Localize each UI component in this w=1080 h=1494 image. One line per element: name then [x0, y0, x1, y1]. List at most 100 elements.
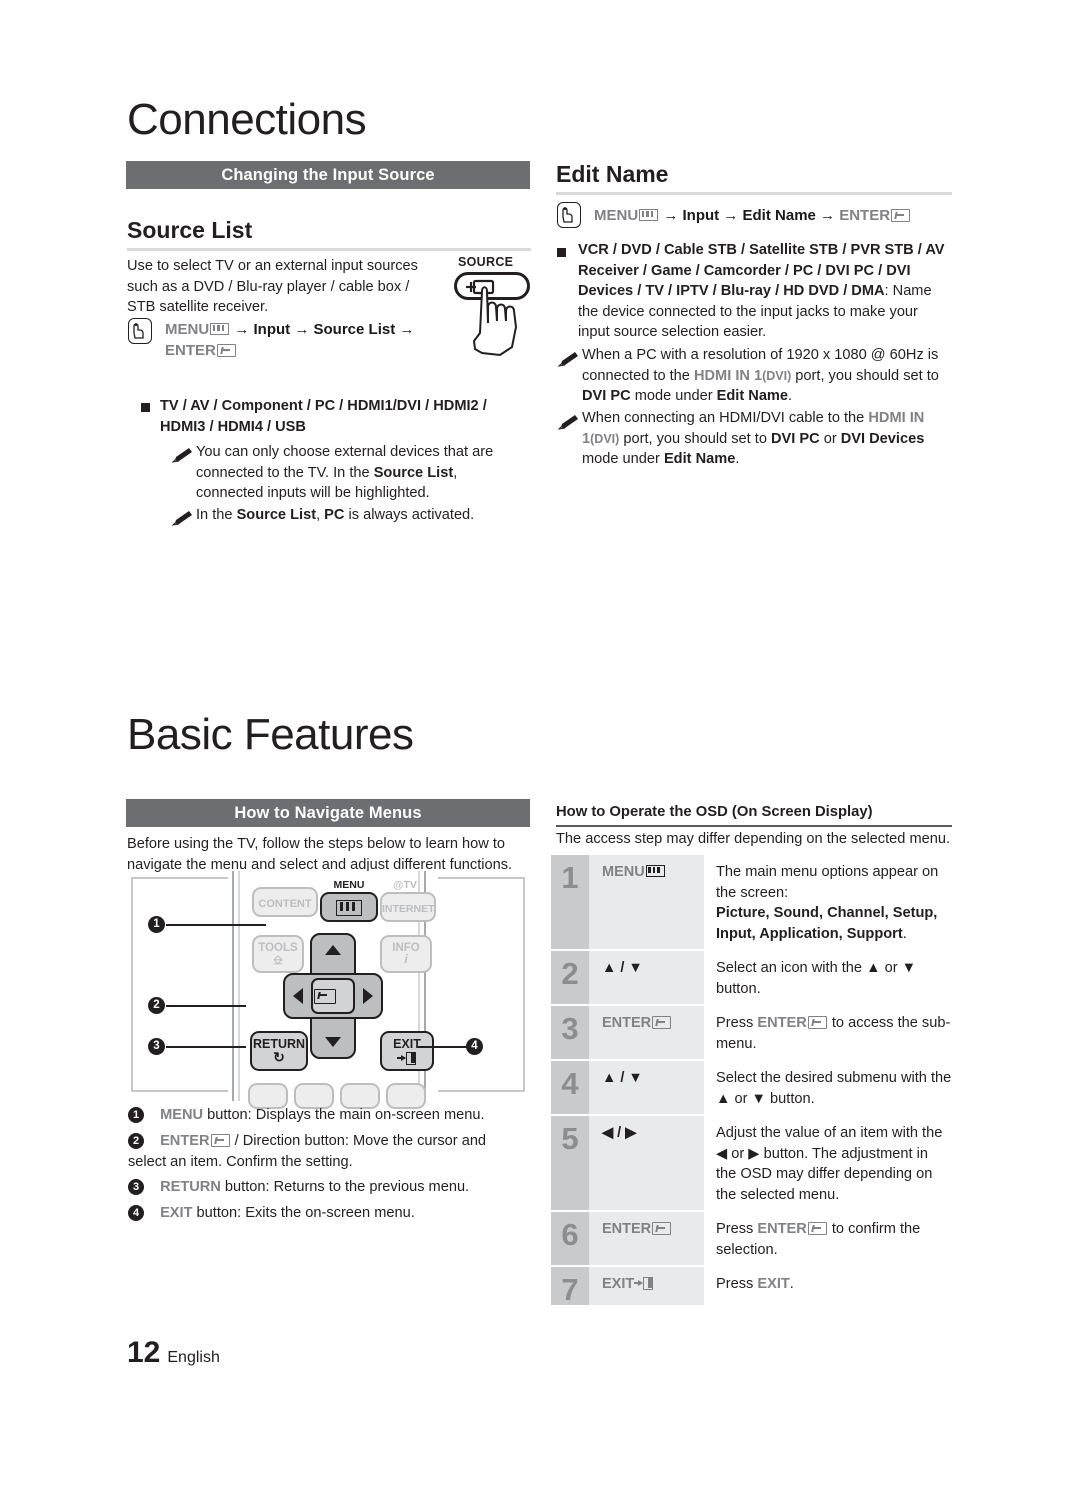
path-arrow-1: →: [663, 207, 679, 224]
remote-button-content: CONTENT: [252, 887, 318, 917]
legend-item-4: 4 EXIT button: Exits the on-screen menu.: [128, 1203, 528, 1224]
remote-body: CONTENT MENU @TV INTERNET TOOLS ⎒ INFO i: [228, 871, 438, 1109]
remote-button-menu: [320, 892, 378, 922]
osd-desc-post: .: [902, 925, 907, 942]
legend-key-4: EXIT: [160, 1205, 193, 1221]
divider-osd: [556, 825, 952, 827]
osd-step-description: Adjust the value of an item with the ◀ o…: [716, 1125, 943, 1203]
edit-name-note-1: When a PC with a resolution of 1920 x 10…: [582, 345, 954, 407]
path-edit-name: MENU → Input → Edit Name → ENTER: [594, 205, 954, 226]
menu-icon: [210, 323, 230, 335]
source-list-note-1: You can only choose external devices tha…: [196, 442, 496, 504]
en-note2-part5: .: [735, 451, 740, 467]
note1-bold1: Source List: [373, 464, 454, 481]
edit-name-note-2: When connecting an HDMI/DVI cable to the…: [582, 408, 954, 470]
table-row: 7 EXIT Press EXIT.: [551, 1267, 952, 1305]
osd-desc-post: .: [789, 1276, 794, 1292]
note2-part1: In the: [196, 507, 237, 523]
en-note1-part3: mode under: [630, 388, 717, 404]
dpad-left-icon: [293, 988, 303, 1004]
leader-line-2: [166, 1005, 246, 1007]
exit-icon: [382, 1052, 432, 1066]
osd-desc-key: EXIT: [757, 1276, 790, 1292]
navigate-intro: Before using the TV, follow the steps be…: [127, 836, 513, 873]
leader-line-1: [166, 924, 266, 926]
osd-step-key: ◀ / ▶: [589, 1116, 704, 1210]
remote-attv-label: @TV: [393, 879, 417, 891]
en-note2-part2: port, you should set to: [619, 430, 771, 447]
osd-step-description: Press EXIT.: [704, 1267, 952, 1305]
source-button-illustration: SOURCE: [448, 255, 543, 375]
en-note2-part1: When connecting an HDMI/DVI cable to the: [582, 410, 869, 426]
page-footer: 12 English: [127, 1336, 220, 1370]
en-note2-gray2: (DVI): [590, 431, 620, 446]
osd-step-description: The main menu options appear on the scre…: [704, 855, 952, 949]
source-list-description: Use to select TV or an external input so…: [127, 258, 418, 315]
callout-3: 3: [148, 1038, 165, 1055]
path-menu-label: MENU: [165, 321, 210, 338]
path-arrow-2: →: [723, 207, 739, 224]
heading-how-to-operate-osd: How to Operate the OSD (On Screen Displa…: [556, 804, 873, 820]
path-enter-label: ENTER: [839, 207, 891, 224]
note2-bold2: PC: [324, 507, 345, 523]
path-item-input: Input: [253, 321, 291, 338]
remote-button-info: INFO i: [380, 935, 432, 973]
path-item-source-list: Source List: [313, 321, 396, 338]
callout-1: 1: [148, 916, 165, 933]
en-note1-gray2: (DVI): [762, 368, 792, 383]
osd-desc-pre: Press: [716, 1276, 758, 1292]
leader-line-4: [418, 1046, 470, 1048]
legend-number-2: 2: [128, 1133, 144, 1149]
osd-step-number: 2: [551, 951, 589, 1004]
legend-text-1: button: Displays the main on-screen menu…: [203, 1107, 485, 1123]
divider-source-list: [127, 248, 531, 251]
osd-desc-pre: Press: [716, 1221, 758, 1237]
enter-icon: [216, 344, 236, 357]
note-pencil-icon: [172, 511, 192, 526]
remote-button-exit: EXIT: [380, 1031, 434, 1071]
note2-part2: ,: [316, 507, 325, 523]
enter-icon: [210, 1134, 230, 1147]
bullet-square-inputs: [141, 403, 150, 412]
osd-step-description: Select the desired submenu with the ▲ or…: [716, 1070, 952, 1107]
dpad-down-icon: [325, 1037, 341, 1047]
en-note2-part3: or: [819, 430, 841, 447]
heading-source-list: Source List: [127, 217, 253, 243]
osd-steps-table: 1 MENU The main menu options appear on t…: [551, 855, 952, 1307]
osd-step-number: 6: [551, 1212, 589, 1265]
osd-step-number: 4: [551, 1061, 589, 1114]
osd-step-number: 3: [551, 1006, 589, 1059]
enter-icon: [652, 1016, 672, 1029]
legend-item-2: 2 ENTER / Direction button: Move the cur…: [128, 1131, 528, 1172]
legend-text-3: button: Returns to the previous menu.: [220, 1179, 470, 1195]
remote-button-internet: INTERNET: [380, 892, 436, 922]
osd-desc-key: ENTER: [757, 1015, 807, 1031]
legend-key-1: MENU: [160, 1107, 204, 1123]
info-icon: i: [404, 952, 408, 966]
note-pencil-icon: [172, 448, 192, 463]
menu-icon: [336, 900, 362, 916]
path-arrow-2: →: [294, 321, 310, 338]
en-note1-gray1: HDMI IN 1: [693, 367, 763, 384]
section-bar-how-to-navigate-menus: How to Navigate Menus: [126, 799, 530, 827]
table-row: 6 ENTER Press ENTER to confirm the selec…: [551, 1212, 952, 1265]
path-arrow-1: →: [234, 321, 250, 338]
dpad-up-icon: [325, 945, 341, 955]
osd-step-key: ENTER: [589, 1212, 704, 1265]
osd-step-key: ENTER: [589, 1006, 704, 1059]
enter-icon: [314, 989, 336, 1004]
exit-icon: [634, 1277, 654, 1290]
osd-step-key: EXIT: [589, 1267, 704, 1305]
enter-icon: [807, 1016, 827, 1029]
remote-exit-label: EXIT: [393, 1037, 421, 1051]
osd-step-key: ▲ / ▼: [589, 951, 704, 1004]
path-source-list: MENU → Input → Source List → ENTER: [165, 319, 455, 361]
en-note1-part4: .: [788, 388, 793, 404]
legend-number-3: 3: [128, 1179, 144, 1195]
table-row: 2 ▲ / ▼ Select an icon with the ▲ or ▼ b…: [551, 951, 952, 1004]
source-list-note-2: In the Source List, PC is always activat…: [196, 505, 506, 526]
remote-menu-label: MENU: [333, 879, 365, 891]
manual-page: Connections Changing the Input Source So…: [0, 0, 1080, 1494]
osd-step-key: MENU: [589, 855, 704, 949]
osd-key-text: MENU: [602, 864, 645, 880]
